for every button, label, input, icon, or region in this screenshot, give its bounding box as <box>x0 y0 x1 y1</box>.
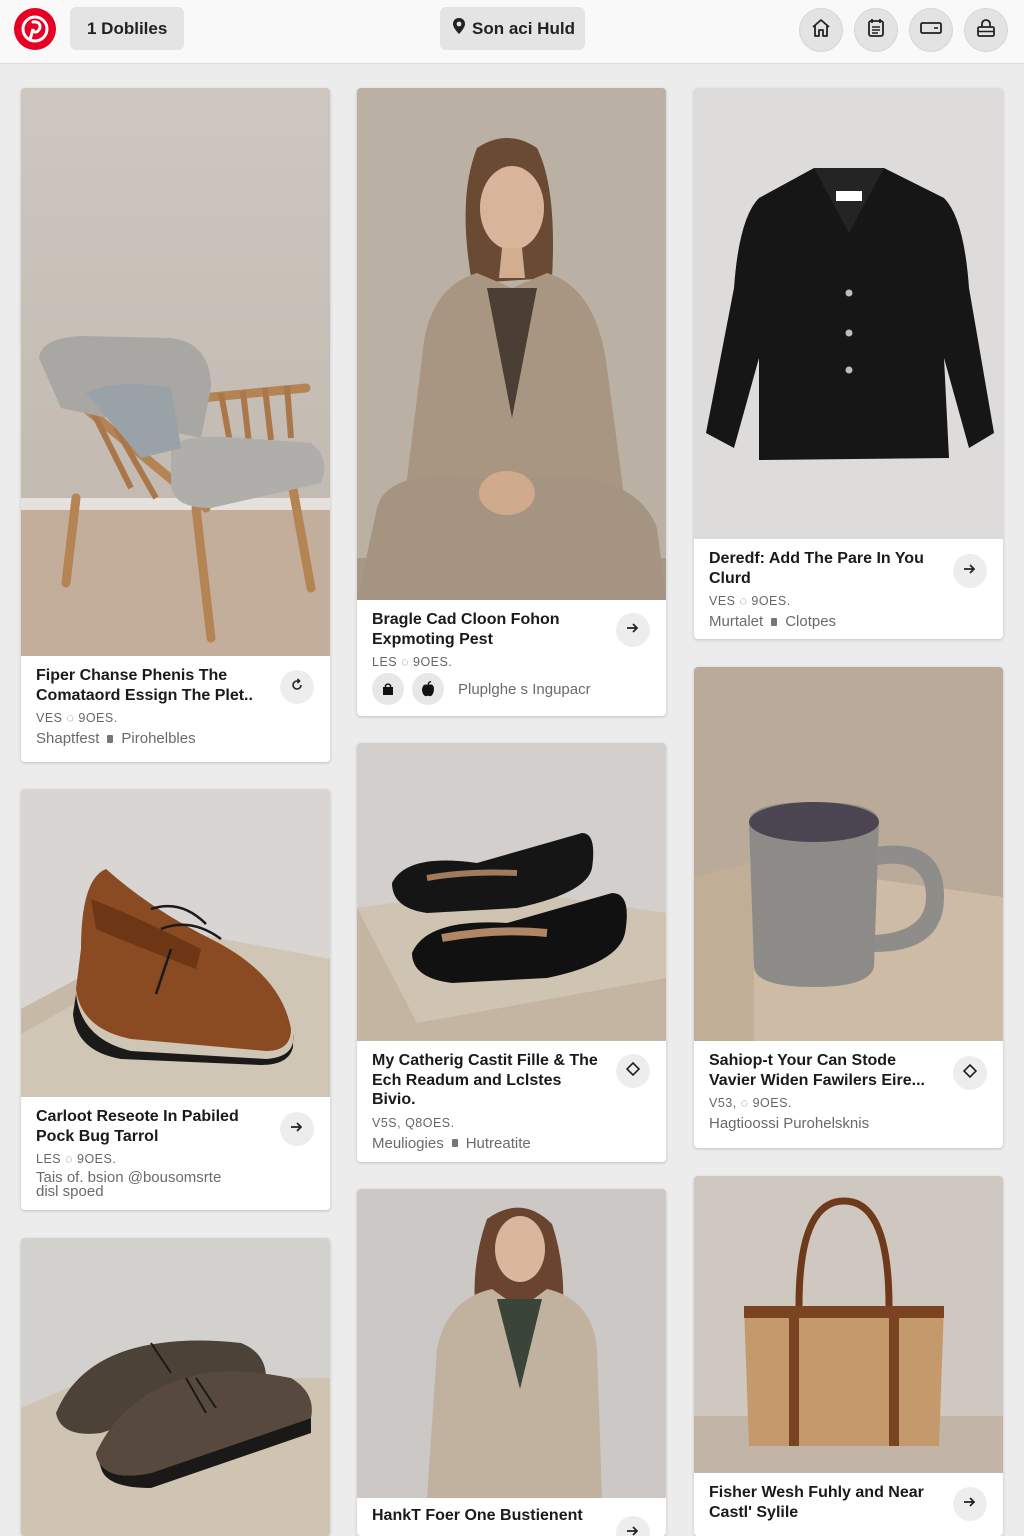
separator-dot <box>451 1139 458 1147</box>
pin-source-category[interactable]: Clotpes <box>785 613 836 630</box>
pin-source-category[interactable]: Hutreatite <box>466 1135 531 1152</box>
arrow-right-icon <box>289 1120 305 1139</box>
arrow-right-icon <box>962 1495 978 1514</box>
share-arrow-button[interactable] <box>953 1487 987 1521</box>
pin-card[interactable]: Deredf: Add The Pare In You Clurd VES ◌ … <box>694 88 1003 639</box>
top-bar: 1 Dobliles Son aci Huld <box>0 0 1024 64</box>
pin-source-name[interactable]: Shaptfest <box>36 730 99 747</box>
diamond-icon <box>962 1063 978 1083</box>
diamond-icon <box>625 1061 641 1081</box>
separator-dot <box>107 734 114 743</box>
pin-source: Pluplghe s Ingupacr <box>372 673 652 705</box>
refresh-icon <box>290 677 304 697</box>
card-button[interactable] <box>909 8 953 52</box>
pin-image-woman-coat[interactable] <box>357 88 666 600</box>
arrow-right-icon <box>625 1524 641 1536</box>
pin-source: Shaptfest Pirohelbles <box>36 730 316 747</box>
arrow-right-icon <box>625 621 641 640</box>
location-button[interactable]: Son aci Huld <box>440 7 585 50</box>
share-arrow-button[interactable] <box>953 554 987 588</box>
pin-title[interactable]: HankT Foer One Bustienent <box>372 1506 604 1526</box>
profile-button[interactable] <box>964 8 1008 52</box>
pin-title[interactable]: Carloot Reseote In Pabiled Pock Bug Tarr… <box>36 1107 268 1146</box>
pin-card[interactable]: Bragle Cad Cloon Fohon Expmoting Pest LE… <box>357 88 666 716</box>
pin-meta: V5S, Q8OES. <box>372 1115 455 1130</box>
share-arrow-button[interactable] <box>616 613 650 647</box>
pin-card[interactable]: HankT Foer One Bustienent <box>357 1189 666 1536</box>
home-icon <box>810 17 832 44</box>
share-arrow-button[interactable] <box>280 1112 314 1146</box>
shopping-bag-icon[interactable] <box>372 673 404 705</box>
pin-card[interactable]: Fisher Wesh Fuhly and Near Castl' Sylile <box>694 1176 1003 1536</box>
pin-image-tote[interactable] <box>694 1176 1003 1473</box>
calendar-button[interactable] <box>854 8 898 52</box>
pin-meta: V53, ◌ 9OES. <box>709 1096 792 1110</box>
pin-card[interactable] <box>21 1238 330 1536</box>
pin-meta: LES ◌ 9OES. <box>372 655 453 669</box>
pin-meta: VES ◌ 9OES. <box>709 594 791 608</box>
pin-image-mug[interactable] <box>694 667 1003 1041</box>
pin-card[interactable]: Sahiop-t Your Can Stode Vavier Widen Faw… <box>694 667 1003 1148</box>
pin-source-name[interactable]: Hagtioossi Purohelsknis <box>709 1115 869 1132</box>
pin-source: Tais of. bsion @bousomsrte disl spoed <box>36 1170 316 1200</box>
pin-source-name[interactable]: Meuliogies <box>372 1135 444 1152</box>
card-icon <box>919 17 943 44</box>
location-pin-icon <box>452 17 466 40</box>
pin-source: Hagtioossi Purohelsknis <box>709 1115 989 1132</box>
pin-card[interactable]: Fiper Chanse Phenis The Comataord Essign… <box>21 88 330 762</box>
pin-card[interactable]: Carloot Reseote In Pabiled Pock Bug Tarr… <box>21 789 330 1210</box>
pin-image-chair[interactable] <box>21 88 330 656</box>
pin-source-name[interactable]: Murtalet <box>709 613 763 630</box>
pin-title[interactable]: Sahiop-t Your Can Stode Vavier Widen Faw… <box>709 1051 941 1090</box>
pin-image-woman-portrait[interactable] <box>357 1189 666 1498</box>
profile-lock-icon <box>975 17 997 44</box>
pin-image-brown-shoe[interactable] <box>21 789 330 1097</box>
pin-card[interactable]: My Catherig Castit Fille & The Ech Readu… <box>357 743 666 1162</box>
separator-dot <box>771 617 778 626</box>
arrow-right-icon <box>962 562 978 581</box>
location-label: Son aci Huld <box>472 18 575 38</box>
calendar-icon <box>865 17 887 44</box>
filter-button[interactable]: 1 Dobliles <box>70 7 184 50</box>
pin-image-oxfords[interactable] <box>21 1238 330 1536</box>
pin-title[interactable]: My Catherig Castit Fille & The Ech Readu… <box>372 1051 604 1110</box>
pin-source-name[interactable]: Pluplghe s Ingupacr <box>458 681 591 698</box>
pin-title[interactable]: Deredf: Add The Pare In You Clurd <box>709 549 941 588</box>
home-button[interactable] <box>799 8 843 52</box>
pin-source: Murtalet Clotpes <box>709 613 989 630</box>
pin-source-subtitle: disl spoed <box>36 1183 104 1200</box>
share-arrow-button[interactable] <box>953 1056 987 1090</box>
pin-source: Meuliogies Hutreatite <box>372 1135 652 1152</box>
pin-meta: VES ◌ 9OES. <box>36 711 118 725</box>
share-arrow-button[interactable] <box>616 1054 650 1088</box>
pin-image-flats[interactable] <box>357 743 666 1041</box>
pin-title[interactable]: Fiper Chanse Phenis The Comataord Essign… <box>36 666 268 705</box>
pin-title[interactable]: Fisher Wesh Fuhly and Near Castl' Sylile <box>709 1483 941 1522</box>
pin-source-category[interactable]: Pirohelbles <box>121 730 195 747</box>
pin-title[interactable]: Bragle Cad Cloon Fohon Expmoting Pest <box>372 610 604 649</box>
filter-label: 1 Dobliles <box>87 18 168 38</box>
share-arrow-button[interactable] <box>280 670 314 704</box>
pin-image-jacket[interactable] <box>694 88 1003 539</box>
pin-meta: LES ◌ 9OES. <box>36 1152 117 1166</box>
apple-icon[interactable] <box>412 673 444 705</box>
pinterest-logo-icon[interactable] <box>14 8 56 50</box>
